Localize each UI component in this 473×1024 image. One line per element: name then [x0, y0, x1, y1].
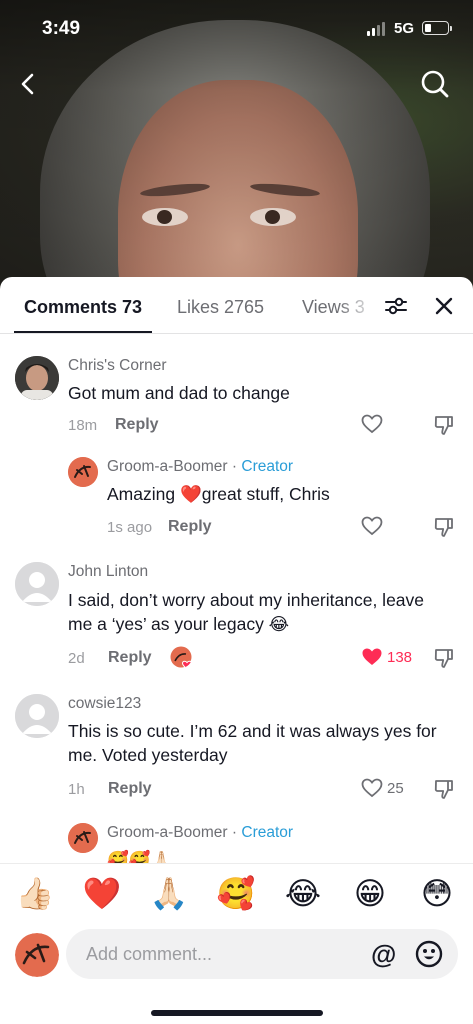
emoji-picker-button[interactable] — [415, 940, 443, 973]
emoji-pray[interactable]: 🙏🏻 — [149, 876, 189, 912]
creator-badge: Creator — [241, 458, 294, 475]
comment-text: Got mum and dad to change — [68, 383, 290, 403]
avatar[interactable] — [15, 356, 59, 400]
comment-list[interactable]: Chris's Corner Got mum and dad to change… — [0, 335, 473, 865]
emoji-smiling-hearts[interactable]: 🥰 — [216, 876, 256, 912]
network-type: 5G — [394, 20, 415, 37]
emoji-joy[interactable]: 😂 — [283, 876, 323, 912]
reply-button[interactable]: Reply — [168, 518, 212, 536]
reply-username: Groom-a-Boomer · Creator — [107, 824, 293, 842]
thumb-down-icon — [434, 649, 453, 668]
my-avatar — [15, 933, 59, 977]
comment-text: This is so cute. I’m 62 and it was alway… — [68, 721, 437, 765]
search-button[interactable] — [417, 66, 453, 102]
dislike-button[interactable] — [433, 414, 455, 436]
tab-comments[interactable]: Comments 73 — [13, 297, 153, 333]
creator-badge: Creator — [241, 824, 294, 841]
back-chevron-icon — [21, 73, 34, 95]
groom-logo-icon — [15, 933, 59, 977]
home-indicator — [151, 1010, 323, 1016]
comment-username[interactable]: cowsie123 — [68, 695, 141, 713]
reply-time: 1s ago — [107, 519, 153, 536]
battery-icon — [422, 21, 452, 35]
creator-avatar[interactable] — [68, 457, 98, 487]
sliders-icon — [385, 297, 407, 315]
smiley-icon — [415, 940, 443, 968]
avatar[interactable] — [15, 694, 59, 738]
comment-time: 2d — [68, 650, 85, 667]
filter-button[interactable] — [381, 291, 411, 321]
emoji-grin[interactable]: 😁 — [350, 876, 390, 912]
comment-username[interactable]: Chris's Corner — [68, 357, 167, 375]
heart-outline-icon — [361, 778, 383, 798]
back-button[interactable] — [10, 66, 46, 102]
reply-username: Groom-a-Boomer · Creator — [107, 458, 293, 476]
comment-time: 18m — [68, 417, 98, 434]
cellular-signal-icon — [367, 22, 385, 36]
comment-text: I said, don’t worry about my inheritance… — [68, 590, 425, 634]
like-count: 138 — [387, 648, 413, 666]
badge-separator: · — [231, 458, 238, 475]
status-bar: 3:49 5G — [0, 0, 473, 60]
heart-outline-icon — [361, 516, 383, 536]
reply-username-name[interactable]: Groom-a-Boomer — [107, 824, 228, 841]
comment-input-row: Add comment... @ — [0, 925, 473, 987]
tab-likes[interactable]: Likes 2765 — [177, 297, 264, 318]
emoji-thumbs-up[interactable]: 👍🏻 — [15, 876, 55, 912]
dislike-button[interactable] — [433, 516, 455, 538]
default-avatar-icon — [15, 694, 59, 738]
thumb-down-icon — [434, 416, 453, 435]
tab-fade — [338, 285, 378, 329]
reply-text: Amazing ❤️great stuff, Chris — [107, 484, 330, 504]
like-button[interactable] — [361, 414, 383, 434]
groom-logo-icon — [68, 457, 98, 487]
like-button[interactable] — [361, 516, 383, 536]
mention-button[interactable]: @ — [371, 939, 396, 970]
comment-username[interactable]: John Linton — [68, 563, 148, 581]
close-button[interactable] — [429, 291, 459, 321]
heart-outline-icon — [361, 414, 383, 434]
sheet-tabs: Comments 73 Likes 2765 Views 3 — [0, 277, 473, 334]
creator-avatar[interactable] — [68, 823, 98, 853]
reply-button[interactable]: Reply — [115, 416, 159, 434]
like-count: 25 — [387, 779, 404, 797]
creator-heart-icon — [170, 646, 192, 668]
avatar[interactable] — [15, 562, 59, 606]
emoji-flushed[interactable]: 😳 — [417, 876, 457, 912]
dislike-button[interactable] — [433, 647, 455, 669]
thumb-down-icon — [434, 518, 453, 537]
default-avatar-icon — [15, 562, 59, 606]
groom-logo-icon — [68, 823, 98, 853]
badge-separator: · — [231, 824, 238, 841]
like-button[interactable]: 25 — [361, 778, 404, 798]
creator-liked-badge — [170, 646, 192, 668]
comment-input-placeholder: Add comment... — [86, 944, 213, 964]
thumb-down-icon — [434, 780, 453, 799]
search-icon — [421, 70, 449, 98]
dislike-button[interactable] — [433, 778, 455, 800]
comment-time: 1h — [68, 781, 85, 798]
reply-button[interactable]: Reply — [108, 649, 152, 667]
reply-username-name[interactable]: Groom-a-Boomer — [107, 458, 228, 475]
comment-input[interactable]: Add comment... @ — [66, 929, 458, 979]
heart-filled-icon — [362, 648, 382, 665]
status-time: 3:49 — [42, 18, 81, 39]
user-photo-icon — [15, 356, 59, 400]
like-button[interactable]: 138 — [361, 647, 412, 667]
emoji-heart[interactable]: ❤️ — [82, 876, 122, 912]
quick-emoji-bar: 👍🏻 ❤️ 🙏🏻 🥰 😂 😁 😳 — [0, 863, 473, 925]
reply-button[interactable]: Reply — [108, 780, 152, 798]
close-icon — [435, 297, 453, 315]
comments-sheet: Comments 73 Likes 2765 Views 3 Chris's C… — [0, 277, 473, 1024]
